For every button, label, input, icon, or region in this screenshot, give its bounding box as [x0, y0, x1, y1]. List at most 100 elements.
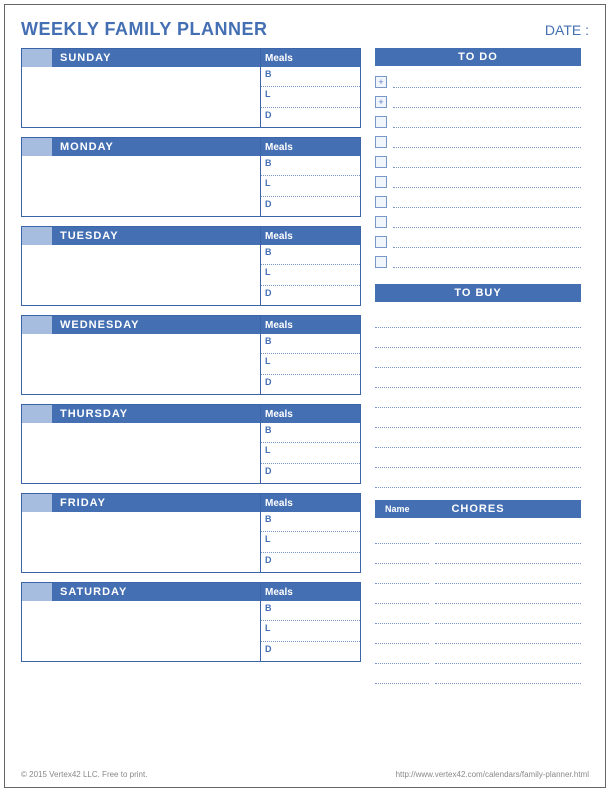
footer-url: http://www.vertex42.com/calendars/family…	[396, 770, 589, 779]
meals-area: BLD	[260, 601, 360, 661]
todo-checkbox[interactable]	[375, 156, 387, 168]
todo-checkbox[interactable]	[375, 196, 387, 208]
tobuy-line[interactable]	[375, 388, 581, 408]
day-tab	[22, 405, 52, 423]
chore-name-line[interactable]	[375, 604, 429, 624]
day-notes-area[interactable]	[22, 67, 260, 127]
meal-row[interactable]: L	[261, 176, 360, 196]
chore-task-line[interactable]	[435, 624, 581, 644]
meal-row[interactable]: D	[261, 286, 360, 305]
day-name: MONDAY	[52, 138, 260, 156]
todo-checkbox[interactable]: +	[375, 76, 387, 88]
chore-name-line[interactable]	[375, 524, 429, 544]
meal-row[interactable]: B	[261, 67, 360, 87]
tobuy-line[interactable]	[375, 468, 581, 488]
day-block: SATURDAYMealsBLD	[21, 582, 361, 662]
todo-checkbox[interactable]	[375, 256, 387, 268]
meal-row[interactable]: D	[261, 464, 360, 483]
todo-row	[375, 112, 581, 132]
chore-task-line[interactable]	[435, 604, 581, 624]
meal-row[interactable]: L	[261, 443, 360, 463]
meal-row[interactable]: B	[261, 512, 360, 532]
day-notes-area[interactable]	[22, 334, 260, 394]
meal-row[interactable]: D	[261, 108, 360, 127]
day-notes-area[interactable]	[22, 245, 260, 305]
todo-line[interactable]	[393, 196, 581, 208]
chore-task-line[interactable]	[435, 664, 581, 684]
todo-line[interactable]	[393, 236, 581, 248]
day-notes-area[interactable]	[22, 156, 260, 216]
todo-checkbox[interactable]	[375, 216, 387, 228]
chore-task-line[interactable]	[435, 524, 581, 544]
meal-row[interactable]: D	[261, 375, 360, 394]
todo-line[interactable]	[393, 156, 581, 168]
chore-name-line[interactable]	[375, 644, 429, 664]
chore-row	[375, 624, 581, 644]
chore-name-line[interactable]	[375, 664, 429, 684]
meal-row[interactable]: L	[261, 354, 360, 374]
day-block: THURSDAYMealsBLD	[21, 404, 361, 484]
day-name: TUESDAY	[52, 227, 260, 245]
day-body: BLD	[22, 67, 360, 127]
meal-row[interactable]: L	[261, 532, 360, 552]
chore-task-line[interactable]	[435, 644, 581, 664]
tobuy-line[interactable]	[375, 448, 581, 468]
todo-line[interactable]	[393, 76, 581, 88]
tobuy-line[interactable]	[375, 348, 581, 368]
todo-row	[375, 252, 581, 272]
todo-row	[375, 152, 581, 172]
meal-row[interactable]: B	[261, 334, 360, 354]
todo-row	[375, 172, 581, 192]
meal-row[interactable]: B	[261, 156, 360, 176]
day-header: SATURDAYMeals	[22, 583, 360, 601]
chore-name-line[interactable]	[375, 584, 429, 604]
todo-line[interactable]	[393, 256, 581, 268]
meals-area: BLD	[260, 512, 360, 572]
meal-row[interactable]: B	[261, 601, 360, 621]
meal-row[interactable]: B	[261, 423, 360, 443]
tobuy-line[interactable]	[375, 308, 581, 328]
day-block: MONDAYMealsBLD	[21, 137, 361, 217]
meals-area: BLD	[260, 334, 360, 394]
meal-row[interactable]: D	[261, 642, 360, 661]
meal-row[interactable]: L	[261, 621, 360, 641]
day-body: BLD	[22, 334, 360, 394]
chore-task-line[interactable]	[435, 544, 581, 564]
todo-line[interactable]	[393, 136, 581, 148]
todo-checkbox[interactable]	[375, 136, 387, 148]
chore-name-line[interactable]	[375, 544, 429, 564]
day-notes-area[interactable]	[22, 601, 260, 661]
day-tab	[22, 316, 52, 334]
tobuy-line[interactable]	[375, 428, 581, 448]
chore-name-line[interactable]	[375, 564, 429, 584]
todo-checkbox[interactable]	[375, 116, 387, 128]
tobuy-line[interactable]	[375, 328, 581, 348]
side-column: TO DO ++ TO BUY Name CHORES	[375, 48, 581, 684]
todo-line[interactable]	[393, 96, 581, 108]
chore-name-line[interactable]	[375, 624, 429, 644]
tobuy-title: TO BUY	[454, 287, 501, 299]
meals-header-label: Meals	[260, 316, 360, 334]
day-notes-area[interactable]	[22, 512, 260, 572]
todo-line[interactable]	[393, 116, 581, 128]
day-notes-area[interactable]	[22, 423, 260, 483]
todo-checkbox[interactable]: +	[375, 96, 387, 108]
meal-row[interactable]: D	[261, 197, 360, 216]
chore-task-line[interactable]	[435, 564, 581, 584]
day-name: FRIDAY	[52, 494, 260, 512]
todo-checkbox[interactable]	[375, 236, 387, 248]
meals-area: BLD	[260, 245, 360, 305]
meal-row[interactable]: D	[261, 553, 360, 572]
meal-row[interactable]: B	[261, 245, 360, 265]
meal-row[interactable]: L	[261, 265, 360, 285]
todo-line[interactable]	[393, 176, 581, 188]
tobuy-line[interactable]	[375, 408, 581, 428]
meal-row[interactable]: L	[261, 87, 360, 107]
chores-header: Name CHORES	[375, 500, 581, 518]
todo-checkbox[interactable]	[375, 176, 387, 188]
tobuy-line[interactable]	[375, 368, 581, 388]
todo-line[interactable]	[393, 216, 581, 228]
day-name: THURSDAY	[52, 405, 260, 423]
chore-task-line[interactable]	[435, 584, 581, 604]
chore-row	[375, 664, 581, 684]
